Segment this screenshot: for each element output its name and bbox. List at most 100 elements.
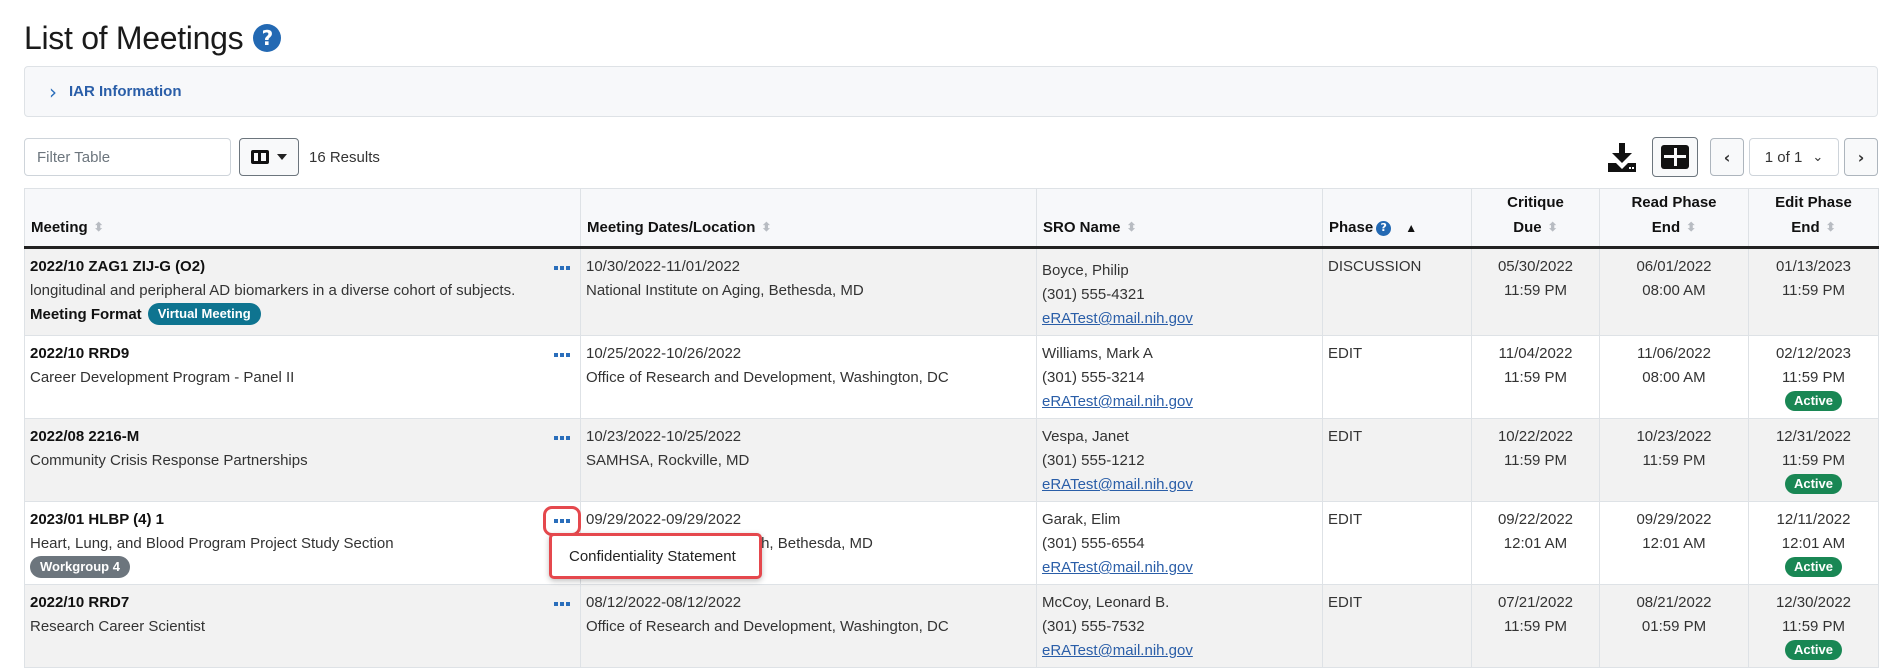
sort-icon[interactable]: ⬍ (1826, 215, 1836, 239)
dates-location-cell: 10/23/2022-10/25/2022 SAMHSA, Rockville,… (580, 418, 1037, 502)
read-phase-end-cell: 11/06/2022 08:00 AM (1599, 335, 1749, 419)
caret-down-icon (277, 154, 287, 160)
row-actions-menu: Confidentiality Statement (549, 533, 762, 579)
read-phase-end-cell: 09/29/2022 12:01 AM (1599, 501, 1749, 585)
critique-time: 11:59 PM (1503, 282, 1568, 299)
header-read-phase-end[interactable]: Read Phase End ⬍ (1599, 188, 1749, 249)
header-edit-line2: End (1791, 219, 1820, 236)
header-meeting[interactable]: Meeting ⬍ (24, 188, 581, 249)
edit-phase-end-cell: 12/11/2022 12:01 AM Active (1748, 501, 1879, 585)
row-actions-ellipsis-icon[interactable] (550, 430, 574, 446)
read-date: 08/21/2022 (1636, 594, 1712, 611)
grid-view-icon (1661, 145, 1689, 169)
read-phase-end-cell: 06/01/2022 08:00 AM (1599, 247, 1749, 336)
active-status-badge: Active (1784, 391, 1843, 411)
row-actions-ellipsis-icon[interactable] (550, 260, 574, 276)
meeting-cell: 2022/10 RRD9 Career Development Program … (24, 335, 581, 419)
edit-time: 11:59 PM (1781, 369, 1846, 386)
edit-phase-end-cell: 12/31/2022 11:59 PM Active (1748, 418, 1879, 502)
menu-item-confidentiality-statement[interactable]: Confidentiality Statement (569, 548, 736, 565)
read-phase-end-cell: 08/21/2022 01:59 PM (1599, 584, 1749, 668)
edit-time: 11:59 PM (1781, 618, 1846, 635)
sro-email-link[interactable]: eRATest@mail.nih.gov (1042, 559, 1193, 576)
row-actions-ellipsis-icon[interactable] (543, 506, 581, 536)
row-actions-ellipsis-icon[interactable] (550, 596, 574, 612)
sro-email-link[interactable]: eRATest@mail.nih.gov (1042, 393, 1193, 410)
meeting-id: 2023/01 HLBP (4) 1 (30, 511, 164, 528)
table-row: 2023/01 HLBP (4) 1 Heart, Lung, and Bloo… (24, 501, 1879, 585)
virtual-meeting-badge: Virtual Meeting (147, 303, 261, 325)
sro-cell: Vespa, Janet (301) 555-1212 eRATest@mail… (1036, 418, 1323, 502)
table-toolbar-left: 16 Results (24, 138, 380, 176)
sro-phone: (301) 555-1212 (1042, 452, 1145, 469)
results-count: 16 Results (309, 148, 380, 166)
grid-view-toggle-button[interactable] (1652, 137, 1698, 177)
sort-icon[interactable]: ⬍ (1548, 215, 1558, 239)
header-meeting-dates-location[interactable]: Meeting Dates/Location ⬍ (580, 188, 1037, 249)
next-page-button[interactable]: › (1844, 138, 1878, 176)
edit-date: 02/12/2023 (1775, 345, 1852, 362)
question-circle-icon[interactable]: ? (253, 24, 282, 52)
chevron-down-icon: ⌄ (1812, 149, 1824, 164)
table-header-row: Meeting ⬍ Meeting Dates/Location ⬍ SRO Nam… (24, 188, 1879, 249)
active-status-badge: Active (1784, 557, 1843, 577)
table-toolbar-right: ‹ 1 of 1 ⌄ › (1606, 137, 1878, 177)
sort-icon[interactable]: ⬍ (94, 215, 104, 239)
critique-date: 11/04/2022 (1498, 345, 1573, 362)
sro-cell: Boyce, Philip (301) 555-4321 eRATest@mai… (1036, 247, 1323, 336)
edit-time: 11:59 PM (1781, 452, 1846, 469)
header-phase[interactable]: Phase? ▲ (1322, 188, 1472, 249)
sro-email-link[interactable]: eRATest@mail.nih.gov (1042, 642, 1193, 659)
read-date: 06/01/2022 (1636, 258, 1712, 275)
meeting-id: 2022/10 RRD9 (30, 345, 130, 362)
meeting-cell: 2022/08 2216-M Community Crisis Response… (24, 418, 581, 502)
header-phase-label: Phase (1329, 219, 1374, 236)
meeting-title: longitudinal and peripheral AD biomarker… (30, 282, 516, 299)
iar-information-accordion[interactable]: › IAR Information (24, 66, 1878, 117)
header-read-line2: End (1651, 219, 1681, 236)
meeting-dates: 10/30/2022-11/01/2022 (586, 258, 741, 275)
download-icon[interactable] (1606, 141, 1638, 173)
sort-icon[interactable]: ⬍ (1127, 215, 1137, 239)
table-row: 2022/10 RRD9 Career Development Program … (24, 335, 1879, 419)
edit-date: 12/31/2022 (1775, 428, 1852, 445)
column-toggle-button[interactable] (239, 138, 299, 176)
table-row: 2022/10 ZAG1 ZIJ-G (O2) longitudinal and… (24, 247, 1879, 336)
meeting-title: Community Crisis Response Partnerships (30, 452, 308, 469)
critique-time: 11:59 PM (1503, 452, 1568, 469)
page-select[interactable]: 1 of 1 ⌄ (1749, 138, 1839, 176)
meeting-cell: 2022/10 ZAG1 ZIJ-G (O2) longitudinal and… (24, 247, 581, 336)
meeting-location: National Institute on Aging, Bethesda, M… (586, 282, 864, 299)
sort-icon[interactable]: ⬍ (1686, 215, 1696, 239)
critique-due-cell: 07/21/2022 11:59 PM (1471, 584, 1600, 668)
edit-phase-end-cell: 01/13/2023 11:59 PM (1748, 247, 1879, 336)
previous-page-button[interactable]: ‹ (1710, 138, 1744, 176)
sro-phone: (301) 555-3214 (1042, 369, 1145, 386)
sro-email-link[interactable]: eRATest@mail.nih.gov (1042, 476, 1193, 493)
header-edit-phase-end[interactable]: Edit Phase End ⬍ (1748, 188, 1879, 249)
meeting-location: SAMHSA, Rockville, MD (586, 452, 750, 469)
row-actions-ellipsis-icon[interactable] (550, 347, 574, 363)
sro-phone: (301) 555-4321 (1042, 286, 1145, 303)
edit-phase-end-cell: 12/30/2022 11:59 PM Active (1748, 584, 1879, 668)
columns-icon (251, 150, 269, 164)
meeting-cell: 2023/01 HLBP (4) 1 Heart, Lung, and Bloo… (24, 501, 581, 585)
dates-location-cell: 10/25/2022-10/26/2022 Office of Research… (580, 335, 1037, 419)
meeting-dates: 10/23/2022-10/25/2022 (586, 428, 742, 445)
header-edit-line1: Edit Phase (1775, 194, 1852, 211)
question-circle-icon[interactable]: ? (1376, 220, 1392, 236)
header-read-line1: Read Phase (1631, 194, 1717, 211)
sort-icon[interactable]: ⬍ (761, 215, 771, 239)
header-critique-due[interactable]: Critique Due ⬍ (1471, 188, 1600, 249)
edit-time: 12:01 AM (1781, 535, 1846, 552)
sort-ascending-icon[interactable]: ▲ (1405, 221, 1417, 235)
meeting-title: Research Career Scientist (30, 618, 206, 635)
iar-information-label[interactable]: IAR Information (69, 83, 182, 100)
header-sro-name[interactable]: SRO Name ⬍ (1036, 188, 1323, 249)
sro-cell: Garak, Elim (301) 555-6554 eRATest@mail.… (1036, 501, 1323, 585)
sro-email-link[interactable]: eRATest@mail.nih.gov (1042, 310, 1193, 327)
filter-table-input[interactable] (24, 138, 231, 176)
critique-time: 11:59 PM (1503, 618, 1568, 635)
header-critique-line1: Critique (1507, 194, 1564, 211)
meeting-format: Meeting Format Virtual Meeting (30, 303, 575, 327)
